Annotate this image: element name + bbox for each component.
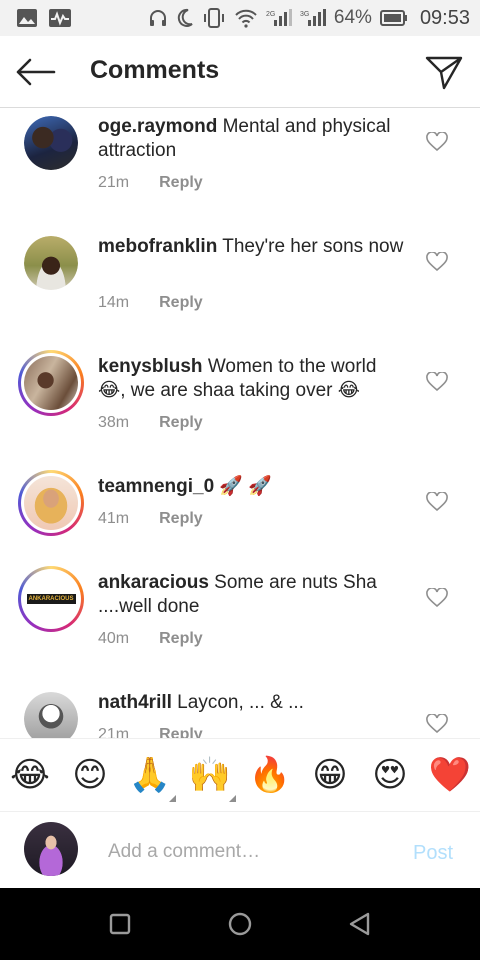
emoji-grin-button[interactable]: 😁 bbox=[308, 753, 352, 797]
app-header: Comments bbox=[0, 36, 480, 108]
page-title: Comments bbox=[90, 56, 220, 84]
emoji-tears-of-joy-button[interactable]: 😂 bbox=[8, 753, 52, 797]
comment-meta: 14m Reply bbox=[98, 294, 203, 312]
clock: 09:53 bbox=[419, 6, 470, 29]
moon-icon bbox=[177, 8, 193, 27]
comment-input[interactable] bbox=[108, 838, 398, 866]
emoji-red-heart-button[interactable]: ❤️ bbox=[428, 753, 472, 797]
heart-icon[interactable] bbox=[426, 588, 448, 608]
reply-button[interactable]: Reply bbox=[159, 174, 203, 192]
comment-time: 14m bbox=[98, 294, 130, 311]
comment-message: 🚀 🚀 bbox=[214, 476, 273, 497]
battery-percent: 64% bbox=[333, 7, 372, 28]
system-nav-bar bbox=[0, 888, 480, 960]
vibrate-icon bbox=[203, 8, 224, 28]
headphones-icon bbox=[149, 10, 166, 26]
avatar[interactable] bbox=[24, 116, 78, 170]
comment-time: 21m bbox=[98, 174, 130, 191]
heart-icon[interactable] bbox=[426, 714, 448, 734]
comment-item: ANKARACIOUS ankaracious Some are nuts Sh… bbox=[0, 564, 480, 674]
comment-meta: 38m Reply bbox=[98, 414, 203, 432]
emoji-heart-eyes-button[interactable]: 😍 bbox=[368, 753, 412, 797]
heart-icon[interactable] bbox=[426, 372, 448, 392]
battery-icon bbox=[379, 10, 407, 26]
avatar-logo-text: ANKARACIOUS bbox=[26, 594, 76, 604]
skin-tone-indicator bbox=[169, 795, 176, 802]
emoji-smile-button[interactable]: 😊 bbox=[68, 753, 112, 797]
comments-list[interactable]: oge.raymond Mental and physical attracti… bbox=[0, 108, 480, 738]
comment-text: ankaracious Some are nuts Sha ....well d… bbox=[98, 571, 408, 619]
comment-item: teamnengi_0 🚀 🚀 41m Reply bbox=[0, 468, 480, 578]
heart-icon[interactable] bbox=[426, 492, 448, 512]
comment-composer: Post bbox=[0, 812, 480, 888]
comment-item: oge.raymond Mental and physical attracti… bbox=[0, 108, 480, 218]
comment-item: nath4rill Laycon, ... & ... 21m Reply bbox=[0, 684, 480, 738]
paper-plane-icon bbox=[425, 56, 463, 90]
svg-text:2G: 2G bbox=[266, 11, 275, 18]
avatar-story-ring[interactable] bbox=[18, 470, 84, 536]
activity-icon bbox=[49, 9, 71, 27]
comment-meta: 21m Reply bbox=[98, 726, 203, 738]
comment-time: 21m bbox=[98, 726, 130, 738]
reply-button[interactable]: Reply bbox=[159, 726, 203, 738]
avatar-story-ring[interactable] bbox=[18, 350, 84, 416]
comment-text: teamnengi_0 🚀 🚀 bbox=[98, 475, 408, 499]
post-button[interactable]: Post bbox=[413, 842, 453, 865]
comment-time: 40m bbox=[98, 630, 130, 647]
comment-message: They're her sons now bbox=[217, 236, 404, 257]
home-circle-icon[interactable] bbox=[226, 910, 254, 938]
signal-icon: 3G bbox=[300, 9, 326, 26]
heart-icon[interactable] bbox=[426, 252, 448, 272]
emoji-raised-hands-button[interactable]: 🙌 bbox=[188, 753, 232, 797]
heart-icon[interactable] bbox=[426, 132, 448, 152]
back-triangle-icon[interactable] bbox=[346, 910, 374, 938]
svg-text:3G: 3G bbox=[300, 11, 309, 18]
reply-button[interactable]: Reply bbox=[159, 294, 203, 312]
comment-meta: 40m Reply bbox=[98, 630, 203, 648]
direct-message-button[interactable] bbox=[424, 52, 464, 92]
skin-tone-indicator bbox=[229, 795, 236, 802]
emoji-pray-button[interactable]: 🙏 bbox=[128, 753, 172, 797]
comment-time: 41m bbox=[98, 510, 130, 527]
comment-text: nath4rill Laycon, ... & ... bbox=[98, 691, 408, 715]
comment-meta: 21m Reply bbox=[98, 174, 203, 192]
back-button[interactable] bbox=[14, 54, 58, 90]
emoji-fire-button[interactable]: 🔥 bbox=[248, 753, 292, 797]
comment-item: mebofranklin They're her sons now 14m Re… bbox=[0, 228, 480, 338]
comment-message: Laycon, ... & ... bbox=[171, 692, 304, 713]
comment-username[interactable]: teamnengi_0 bbox=[98, 476, 214, 497]
avatar-story-ring[interactable]: ANKARACIOUS bbox=[18, 566, 84, 632]
comment-text: kenysblush Women to the world 😂, we are … bbox=[98, 355, 408, 403]
avatar[interactable] bbox=[24, 692, 78, 738]
recents-square-icon[interactable] bbox=[106, 910, 134, 938]
back-arrow-icon bbox=[16, 58, 56, 86]
signal-icon: 2G bbox=[266, 9, 292, 26]
reply-button[interactable]: Reply bbox=[159, 414, 203, 432]
comment-time: 38m bbox=[98, 414, 130, 431]
reply-button[interactable]: Reply bbox=[159, 630, 203, 648]
comment-username[interactable]: mebofranklin bbox=[98, 236, 217, 257]
comment-username[interactable]: nath4rill bbox=[98, 692, 172, 713]
quick-emoji-bar: 😂 😊 🙏 🙌 🔥 😁 😍 ❤️ bbox=[0, 738, 480, 812]
comment-meta: 41m Reply bbox=[98, 510, 203, 528]
comment-text: oge.raymond Mental and physical attracti… bbox=[98, 115, 408, 163]
gallery-icon bbox=[17, 9, 37, 27]
reply-button[interactable]: Reply bbox=[159, 510, 203, 528]
comment-username[interactable]: oge.raymond bbox=[98, 116, 217, 137]
comment-username[interactable]: ankaracious bbox=[98, 572, 209, 593]
avatar[interactable] bbox=[24, 236, 78, 290]
comment-username[interactable]: kenysblush bbox=[98, 356, 203, 377]
comment-item: kenysblush Women to the world 😂, we are … bbox=[0, 348, 480, 458]
wifi-icon bbox=[235, 9, 257, 28]
status-bar: 2G 3G 64% 09:53 bbox=[0, 0, 480, 36]
current-user-avatar bbox=[24, 822, 78, 876]
comment-text: mebofranklin They're her sons now bbox=[98, 235, 408, 259]
